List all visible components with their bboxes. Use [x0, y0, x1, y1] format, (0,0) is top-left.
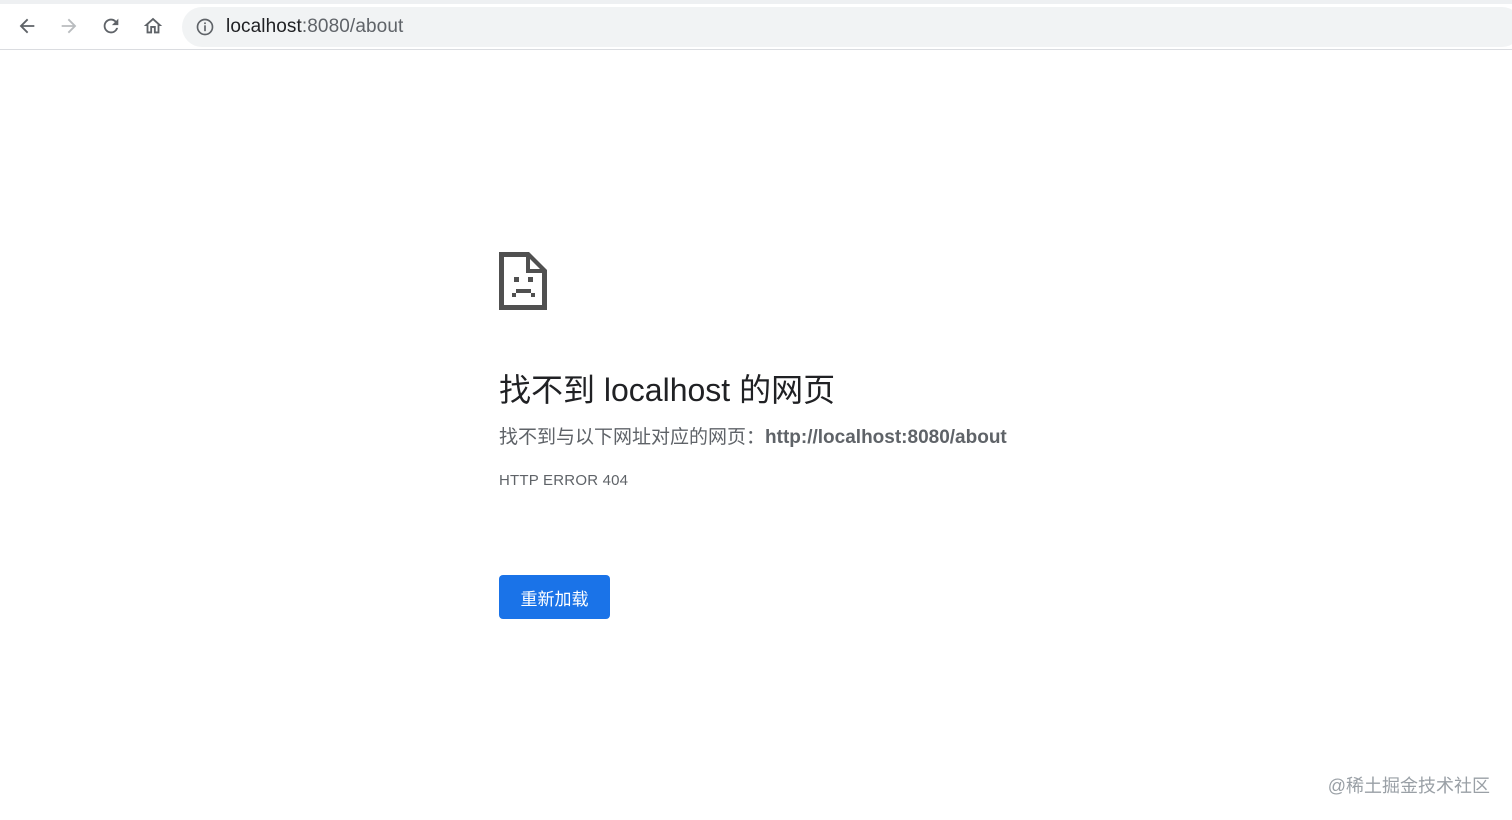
- reload-icon: [103, 18, 119, 34]
- reload-button[interactable]: 重新加载: [499, 575, 610, 619]
- address-bar[interactable]: localhost:8080/about: [182, 7, 1512, 47]
- forward-button[interactable]: [53, 10, 85, 42]
- reload-page-button[interactable]: [95, 10, 127, 42]
- url-text[interactable]: localhost:8080/about: [226, 16, 403, 38]
- url-host: localhost: [226, 16, 302, 37]
- watermark-text: @稀土掘金技术社区: [1327, 776, 1490, 796]
- error-title: 找不到 localhost 的网页: [499, 372, 836, 408]
- arrow-left-icon: [19, 18, 35, 34]
- error-description: 找不到与以下网址对应的网页：http://localhost:8080/abou…: [499, 424, 1199, 452]
- error-description-text: 找不到与以下网址对应的网页：: [499, 427, 766, 448]
- arrow-right-icon: [61, 18, 77, 34]
- error-url: http://localhost:8080/about: [765, 427, 1007, 448]
- error-content: 找不到 localhost 的网页 找不到与以下网址对应的网页：http://l…: [499, 252, 1199, 619]
- home-button[interactable]: [137, 10, 169, 42]
- sad-page-icon: [499, 252, 547, 310]
- error-code: HTTP ERROR 404: [499, 472, 629, 489]
- info-icon[interactable]: [195, 17, 215, 37]
- browser-toolbar: localhost:8080/about: [0, 0, 1512, 50]
- back-button[interactable]: [11, 10, 43, 42]
- url-path: :8080/about: [301, 16, 404, 37]
- home-icon: [143, 17, 163, 34]
